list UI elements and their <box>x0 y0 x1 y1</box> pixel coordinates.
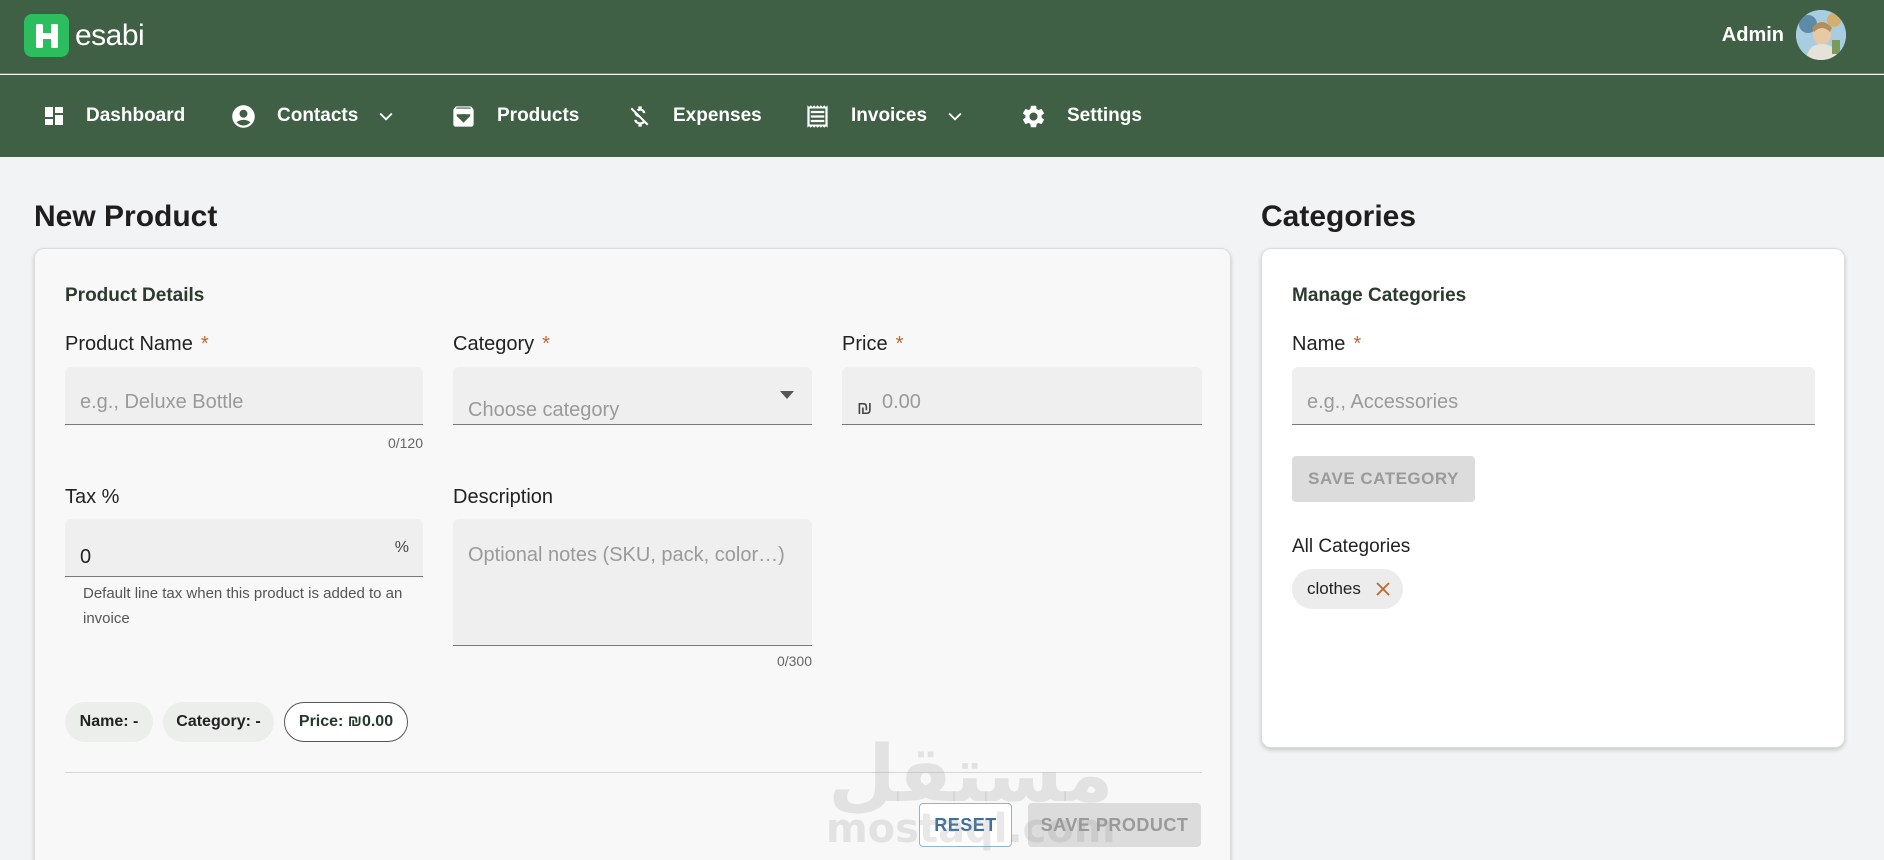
nav-item-expenses[interactable]: Expenses <box>626 75 762 157</box>
save-product-button[interactable]: SAVE PRODUCT <box>1028 803 1201 847</box>
close-icon[interactable] <box>1375 581 1391 597</box>
all-categories-label: All Categories <box>1292 536 1411 557</box>
nav-item-invoices[interactable]: Invoices <box>804 75 965 157</box>
account-circle-icon <box>232 104 255 128</box>
dropdown-arrow-icon <box>780 391 794 399</box>
category-name-input[interactable] <box>1307 391 1797 414</box>
nav-label: Products <box>497 105 580 126</box>
category-chip-label: clothes <box>1307 579 1361 598</box>
gear-icon <box>1022 105 1045 127</box>
required-marker: * <box>895 333 904 355</box>
card-title: Manage Categories <box>1292 285 1467 306</box>
save-category-button[interactable]: SAVE CATEGORY <box>1292 456 1475 502</box>
tax-input[interactable] <box>80 546 370 569</box>
tax-hint: Default line tax when this product is ad… <box>83 585 403 627</box>
currency-symbol: ₪ <box>857 398 873 418</box>
app-logo[interactable]: esabi <box>24 14 145 57</box>
chevron-down-icon <box>948 112 962 121</box>
tax-suffix: % <box>394 539 409 556</box>
nav-item-settings[interactable]: Settings <box>1020 75 1142 157</box>
product-name-counter: 0/120 <box>387 435 423 451</box>
category-label: Category * <box>453 333 550 355</box>
archive-box-icon <box>453 105 474 127</box>
page-title: New Product <box>34 200 218 233</box>
divider <box>65 772 1202 773</box>
description-field[interactable] <box>453 519 812 646</box>
nav-item-products[interactable]: Products <box>450 75 579 157</box>
price-label: Price * <box>842 333 904 355</box>
summary-price-chip: Price: ₪0.00 <box>284 702 408 742</box>
product-details-card: Product Details Product Name* 0/120 Cate… <box>34 248 1231 860</box>
nav-item-contacts[interactable]: Contacts <box>230 75 396 157</box>
dashboard-icon <box>45 107 63 125</box>
category-placeholder: Choose category <box>468 399 620 421</box>
avatar[interactable] <box>1796 10 1846 60</box>
user-name: Admin <box>1721 23 1784 46</box>
card-title: Product Details <box>65 285 205 306</box>
reset-button[interactable]: RESET <box>919 803 1012 847</box>
chevron-down-icon <box>379 112 393 121</box>
categories-title: Categories <box>1261 200 1417 233</box>
price-field[interactable]: ₪ <box>842 367 1202 425</box>
price-input[interactable] <box>882 391 1182 414</box>
description-counter: 0/300 <box>776 653 812 669</box>
description-label: Description <box>453 486 554 508</box>
category-select[interactable]: Choose category <box>453 367 812 425</box>
tax-label: Tax % <box>65 486 120 508</box>
user-menu[interactable]: Admin <box>1722 10 1846 60</box>
product-name-field[interactable] <box>65 367 423 425</box>
category-name-field[interactable] <box>1292 367 1815 425</box>
category-name-label: Name * <box>1292 333 1362 355</box>
summary-name-chip: Name: - <box>65 702 153 742</box>
nav-label: Invoices <box>851 105 928 126</box>
nav-item-dashboard[interactable]: Dashboard <box>42 75 185 157</box>
product-name-input[interactable] <box>80 391 410 414</box>
logo-mark-icon <box>24 14 69 57</box>
summary-category-chip: Category: - <box>163 702 274 742</box>
nav-label: Settings <box>1067 105 1142 126</box>
category-chip[interactable]: clothes <box>1292 569 1403 609</box>
nav-label: Contacts <box>277 105 359 126</box>
nav-label: Dashboard <box>86 105 186 126</box>
description-textarea[interactable] <box>468 544 798 634</box>
money-off-icon <box>630 105 649 127</box>
top-bar: esabi Admin <box>0 0 1884 74</box>
logo-text: esabi <box>75 18 145 52</box>
nav-label: Expenses <box>673 105 762 126</box>
required-marker: * <box>542 333 550 355</box>
tax-field[interactable]: % <box>65 519 423 577</box>
manage-categories-card: Manage Categories Name* SAVE CATEGORY Al… <box>1261 248 1845 748</box>
receipt-icon <box>807 104 828 128</box>
required-marker: * <box>1353 333 1362 355</box>
required-marker: * <box>200 333 209 355</box>
main-nav: Dashboard Contacts Products Expenses Inv… <box>0 75 1884 157</box>
product-name-label: Product Name * <box>65 333 209 355</box>
